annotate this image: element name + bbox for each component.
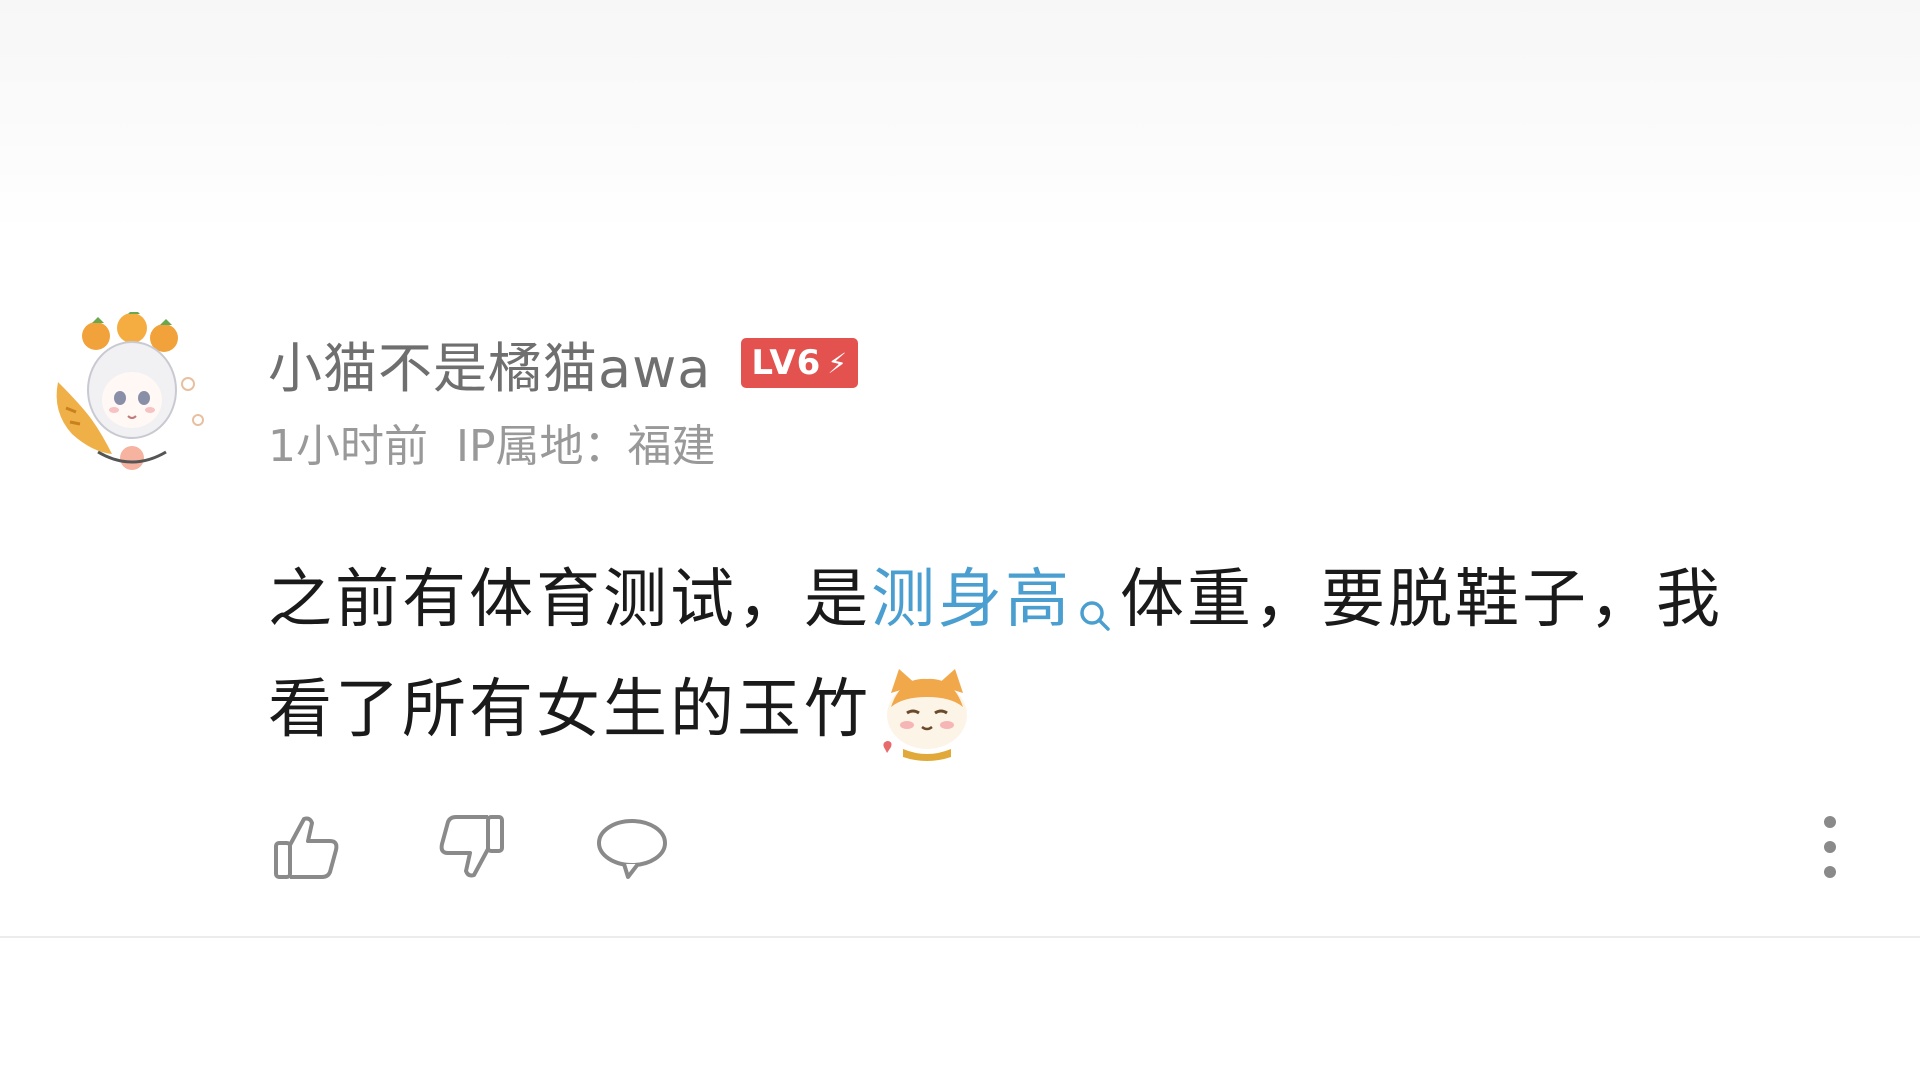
level-text: LV6: [751, 343, 822, 383]
comment-actions: [268, 802, 754, 892]
comment-meta: 1小时前 IP属地： 福建: [268, 412, 716, 472]
comment-bubble-icon: [597, 819, 667, 879]
search-link[interactable]: 测身高: [871, 563, 1072, 637]
more-vertical-icon: [1824, 816, 1836, 878]
page: 小猫不是橘猫awa LV6 ⚡ 1小时前 IP属地： 福建 之前有体育测试，是测…: [0, 0, 1920, 1080]
previous-content-area: [0, 0, 1920, 230]
thumbs-down-icon: [439, 815, 504, 878]
content-line-2: 看了所有女生的玉竹: [268, 673, 871, 747]
level-badge: LV6 ⚡: [741, 338, 858, 388]
dislike-button[interactable]: [430, 807, 510, 887]
lightning-icon: ⚡: [827, 346, 848, 380]
reply-button[interactable]: [592, 807, 672, 887]
content-part-1: 之前有体育测试，是: [268, 563, 871, 637]
shy-cat-emoji: [877, 663, 977, 763]
search-icon[interactable]: [1076, 573, 1116, 633]
comment-content: 之前有体育测试，是测身高 体重，要脱鞋子，我看了所有女生的玉竹: [268, 545, 1828, 765]
comment-card: 小猫不是橘猫awa LV6 ⚡ 1小时前 IP属地： 福建 之前有体育测试，是测…: [0, 230, 1920, 938]
like-button[interactable]: [268, 807, 348, 887]
ip-location: 福建: [627, 421, 716, 472]
more-options-button[interactable]: [1810, 802, 1850, 892]
comment-time: 1小时前: [268, 421, 428, 472]
username[interactable]: 小猫不是橘猫awa: [268, 324, 711, 403]
thumbs-up-icon: [274, 816, 339, 879]
avatar[interactable]: [48, 308, 218, 477]
ip-label: IP属地：: [456, 421, 628, 472]
username-row: 小猫不是橘猫awa LV6 ⚡: [268, 328, 858, 400]
content-part-2: 体重，要脱鞋子，我: [1120, 563, 1723, 637]
